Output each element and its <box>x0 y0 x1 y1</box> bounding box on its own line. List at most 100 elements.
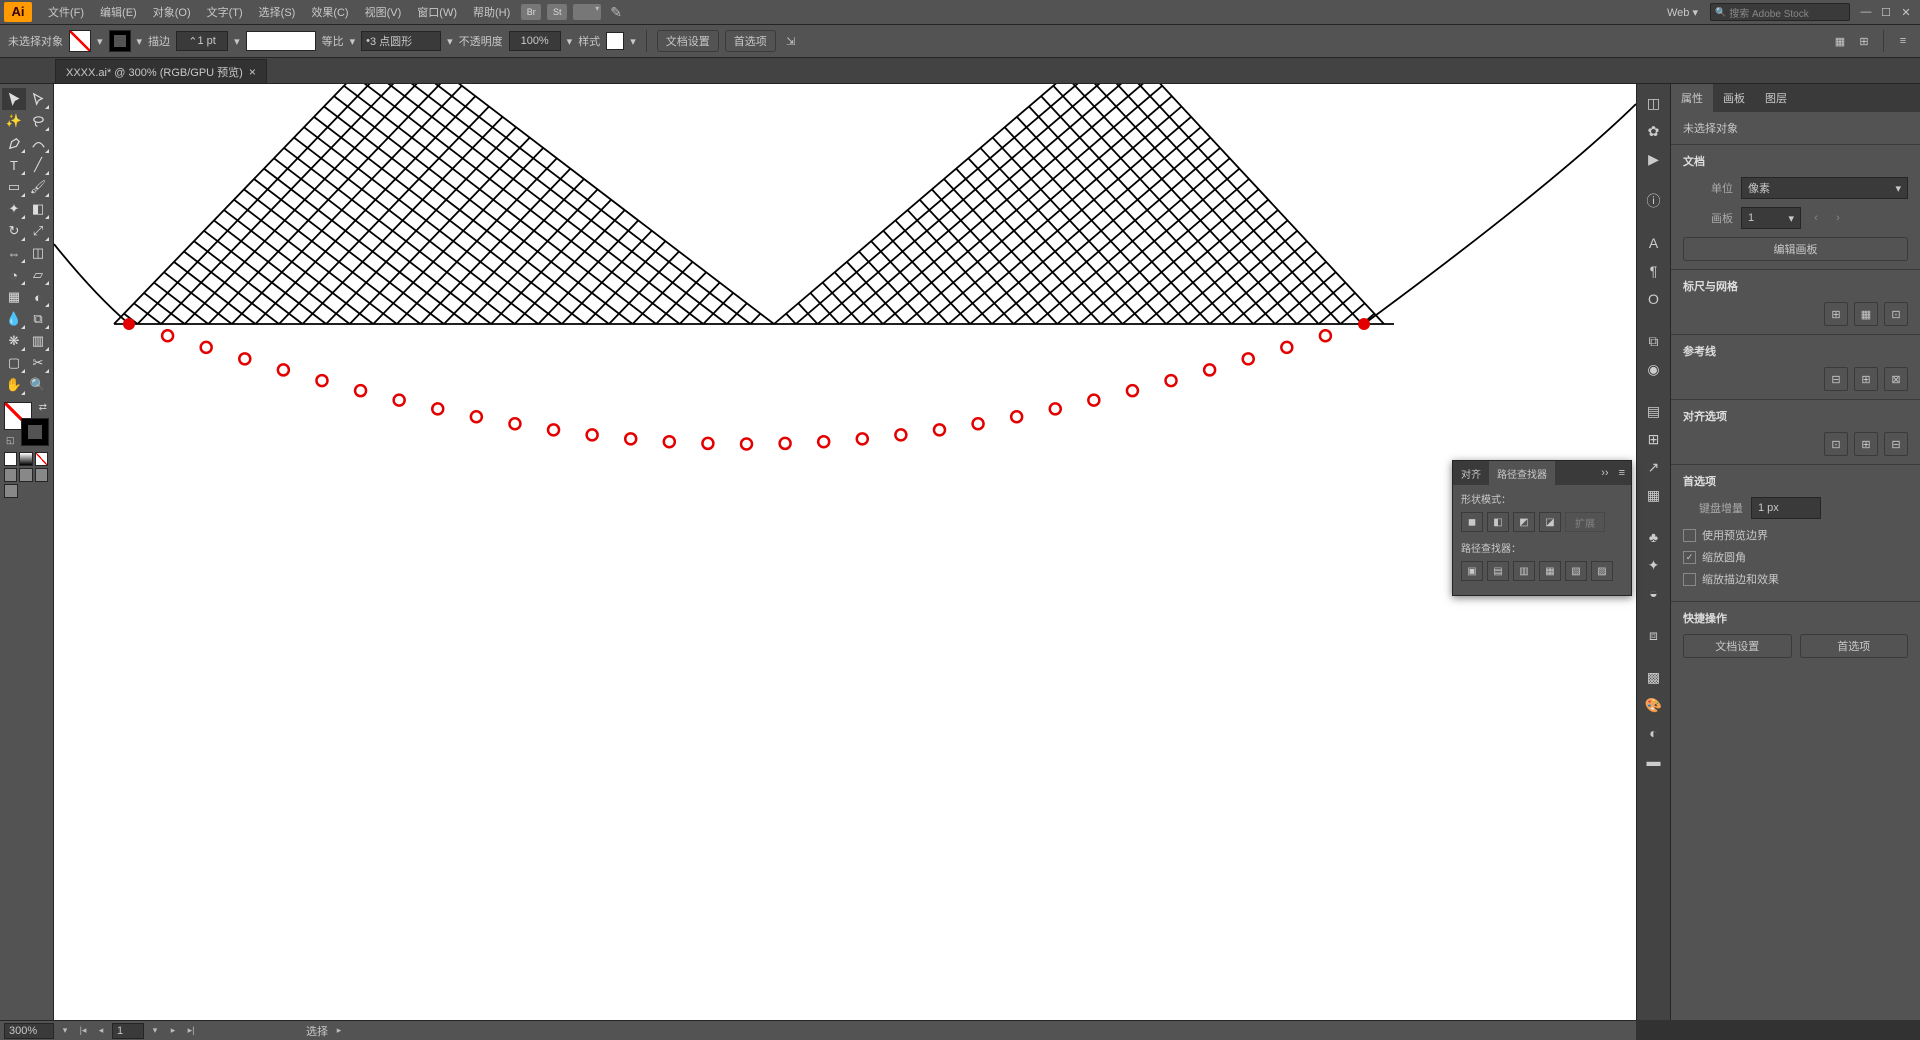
panel-menu-icon[interactable]: ≡ <box>1613 467 1631 479</box>
outline-button[interactable]: ▧ <box>1565 561 1587 581</box>
minimize-button[interactable]: — <box>1856 6 1876 18</box>
prefs-button[interactable]: 首选项 <box>725 30 776 52</box>
opentype-panel-icon[interactable]: O <box>1639 286 1669 312</box>
show-guides-button[interactable]: ⊟ <box>1824 367 1848 391</box>
trim-button[interactable]: ▤ <box>1487 561 1509 581</box>
properties-panel-icon[interactable]: ◫ <box>1639 90 1669 116</box>
screen-mode-button[interactable] <box>4 484 18 498</box>
scale-strokes-checkbox[interactable]: 缩放描边和效果 <box>1683 571 1908 587</box>
preview-bounds-checkbox[interactable]: 使用预览边界 <box>1683 527 1908 543</box>
unite-button[interactable]: ◼ <box>1461 512 1483 532</box>
exclude-button[interactable]: ◪ <box>1539 512 1561 532</box>
menu-window[interactable]: 窗口(W) <box>409 4 465 20</box>
units-dropdown[interactable]: 像素▾ <box>1741 177 1908 199</box>
opacity-label[interactable]: 不透明度 <box>459 33 503 49</box>
rectangle-tool[interactable]: ▭ <box>2 176 26 198</box>
menu-object[interactable]: 对象(O) <box>145 4 199 20</box>
workspace-switcher[interactable]: Web ▾ <box>1661 6 1704 19</box>
artboard-nav-dropdown[interactable]: ▾ <box>148 1024 162 1038</box>
arrange-docs-icon[interactable] <box>573 4 601 20</box>
none-mode-button[interactable] <box>35 452 48 466</box>
canvas[interactable]: 🦌 <box>54 84 1636 1020</box>
panel-menu-icon[interactable]: ≡ <box>1894 32 1912 50</box>
export-panel-icon[interactable]: ↗ <box>1639 454 1669 480</box>
color-panel-icon[interactable]: 🎨 <box>1639 692 1669 718</box>
brushes-panel-icon[interactable]: ▬ <box>1639 748 1669 774</box>
transparency-grid-button[interactable]: ⊡ <box>1884 302 1908 326</box>
artboard-nav-field[interactable]: 1 <box>112 1023 144 1039</box>
pen-tool[interactable] <box>2 132 26 154</box>
lasso-tool[interactable] <box>26 110 50 132</box>
menu-view[interactable]: 视图(V) <box>357 4 410 20</box>
line-tool[interactable]: ╱ <box>26 154 50 176</box>
shaper-tool[interactable]: ✦ <box>2 198 26 220</box>
draw-normal-button[interactable] <box>4 468 17 482</box>
collapse-panel-icon[interactable]: ›› <box>1597 467 1612 479</box>
type-tool[interactable]: T <box>2 154 26 176</box>
smart-guides-button[interactable]: ⊠ <box>1884 367 1908 391</box>
stroke-dash-field[interactable] <box>246 31 316 51</box>
minus-front-button[interactable]: ◧ <box>1487 512 1509 532</box>
divide-button[interactable]: ▣ <box>1461 561 1483 581</box>
width-tool[interactable]: ⇔ <box>2 242 26 264</box>
tab-properties[interactable]: 属性 <box>1671 84 1713 112</box>
minus-back-button[interactable]: ▨ <box>1591 561 1613 581</box>
selection-tool[interactable] <box>2 88 26 110</box>
close-button[interactable]: ✕ <box>1896 6 1916 19</box>
pathfinder-panel-icon[interactable]: ⧈ <box>1639 622 1669 648</box>
zoom-tool[interactable]: 🔍 <box>26 374 50 396</box>
fill-stroke-control[interactable]: ⇄ ◱ <box>4 402 49 446</box>
style-swatch[interactable] <box>606 32 624 50</box>
prev-artboard-button[interactable]: ‹ <box>1809 212 1823 224</box>
swatches-panel-icon[interactable]: ▩ <box>1639 664 1669 690</box>
transform-panel-icon[interactable]: ✦ <box>1639 552 1669 578</box>
symbols-panel-icon[interactable]: ♣ <box>1639 524 1669 550</box>
shape-builder-tool[interactable]: ◔ <box>2 264 26 286</box>
snap-point-button[interactable]: ⊞ <box>1854 432 1878 456</box>
color-mode-button[interactable] <box>4 452 17 466</box>
cc-libraries-icon[interactable]: ◉ <box>1639 356 1669 382</box>
menu-help[interactable]: 帮助(H) <box>465 4 518 20</box>
next-artboard-button[interactable]: ▸ <box>166 1024 180 1038</box>
ruler-button[interactable]: ⊞ <box>1824 302 1848 326</box>
last-artboard-button[interactable]: ▸| <box>184 1024 198 1038</box>
asset-export-icon[interactable]: ▤ <box>1639 398 1669 424</box>
draw-behind-button[interactable] <box>19 468 32 482</box>
mesh-tool[interactable]: ▦ <box>2 286 26 308</box>
status-menu-button[interactable]: ▸ <box>332 1024 346 1038</box>
opacity-field[interactable]: 100% <box>509 31 561 51</box>
stroke-box[interactable] <box>21 418 49 446</box>
tab-artboards[interactable]: 画板 <box>1713 84 1755 112</box>
graph-tool[interactable]: ▥ <box>26 330 50 352</box>
menu-type[interactable]: 文字(T) <box>199 4 251 20</box>
scale-tool[interactable]: ⤢ <box>26 220 50 242</box>
tab-close-icon[interactable]: × <box>249 65 256 79</box>
snap-pixel-button[interactable]: ⊡ <box>1824 432 1848 456</box>
artboard-dropdown[interactable]: 1▾ <box>1741 207 1801 229</box>
artboard-tool[interactable]: ▢ <box>2 352 26 374</box>
stroke-swatch[interactable] <box>109 30 131 52</box>
quick-prefs-button[interactable]: 首选项 <box>1800 634 1909 658</box>
key-increment-field[interactable]: 1 px <box>1751 497 1821 519</box>
maximize-button[interactable]: ☐ <box>1876 6 1896 19</box>
direct-selection-tool[interactable] <box>26 88 50 110</box>
links-panel-icon[interactable]: ⧉ <box>1639 328 1669 354</box>
brush-profile-field[interactable]: • 3 点圆形 <box>361 31 441 51</box>
rotate-tool[interactable]: ↻ <box>2 220 26 242</box>
magic-wand-tool[interactable]: ✨ <box>2 110 26 132</box>
search-stock[interactable]: 搜索 Adobe Stock <box>1710 3 1850 21</box>
zoom-field[interactable]: 300% <box>4 1023 54 1039</box>
navigator-panel-icon[interactable]: ▦ <box>1639 482 1669 508</box>
eraser-tool[interactable]: ◧ <box>26 198 50 220</box>
document-tab[interactable]: XXXX.ai* @ 300% (RGB/GPU 预览) × <box>55 59 267 83</box>
menu-edit[interactable]: 编辑(E) <box>92 4 145 20</box>
gradient-panel-icon[interactable]: ◐ <box>1639 720 1669 746</box>
lock-guides-button[interactable]: ⊞ <box>1854 367 1878 391</box>
stroke-weight-field[interactable]: ⌃ 1 pt <box>176 31 228 51</box>
doc-setup-button[interactable]: 文档设置 <box>657 30 719 52</box>
free-transform-tool[interactable]: ◫ <box>26 242 50 264</box>
symbol-sprayer-tool[interactable]: ❋ <box>2 330 26 352</box>
edit-artboards-button[interactable]: 编辑画板 <box>1683 237 1908 261</box>
scale-corners-checkbox[interactable]: ✓缩放圆角 <box>1683 549 1908 565</box>
gradient-mode-button[interactable] <box>19 452 32 466</box>
